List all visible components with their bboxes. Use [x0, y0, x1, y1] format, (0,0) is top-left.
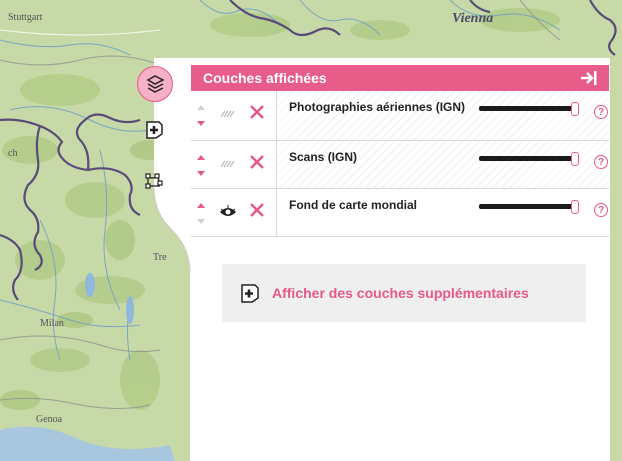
move-down-arrow-icon[interactable]	[197, 219, 205, 224]
layer-controls	[191, 141, 277, 188]
move-up-arrow-icon[interactable]	[197, 203, 205, 208]
help-icon[interactable]: ?	[594, 155, 608, 169]
layers-button[interactable]	[137, 66, 173, 102]
layer-list: Photographies aériennes (IGN) ? Scans (I…	[191, 91, 609, 237]
map-label-milan: Milan	[40, 318, 64, 329]
map-label-vienna: Vienna	[452, 11, 494, 26]
layer-name: Photographies aériennes (IGN)	[289, 100, 466, 114]
opacity-slider-handle[interactable]	[571, 200, 579, 214]
remove-layer-icon[interactable]	[249, 154, 265, 170]
add-document-button[interactable]	[137, 112, 171, 146]
map-label-ch: ch	[8, 148, 18, 159]
map-label-stuttgart: Stuttgart	[8, 12, 43, 23]
layers-icon	[146, 75, 165, 93]
panel-header: Couches affichées	[191, 65, 609, 91]
hidden-eye-icon[interactable]	[219, 157, 237, 171]
map-label-genoa: Genoa	[36, 414, 63, 425]
layer-row: Scans (IGN) ?	[191, 141, 609, 189]
opacity-slider-handle[interactable]	[571, 152, 579, 166]
remove-layer-icon[interactable]	[249, 202, 265, 218]
move-up-arrow-icon[interactable]	[197, 155, 205, 160]
opacity-slider-handle[interactable]	[571, 102, 579, 116]
layer-row: Photographies aériennes (IGN) ?	[191, 91, 609, 141]
layer-controls	[191, 189, 277, 236]
opacity-slider[interactable]	[479, 102, 583, 116]
move-down-arrow-icon[interactable]	[197, 121, 205, 126]
add-layers-label: Afficher des couches supplémentaires	[272, 285, 529, 301]
collapse-panel-icon[interactable]	[579, 69, 599, 87]
add-document-icon	[146, 121, 163, 139]
layer-controls	[191, 91, 277, 140]
add-layers-button[interactable]: Afficher des couches supplémentaires	[222, 264, 586, 322]
layer-row: Fond de carte mondial ?	[191, 189, 609, 237]
draw-tools-icon	[145, 173, 163, 189]
layer-name: Scans (IGN)	[289, 150, 358, 164]
opacity-slider[interactable]	[479, 200, 583, 214]
eye-icon[interactable]	[219, 205, 237, 219]
help-icon[interactable]: ?	[594, 105, 608, 119]
help-icon[interactable]: ?	[594, 203, 608, 217]
hidden-eye-icon[interactable]	[219, 107, 237, 121]
layer-name: Fond de carte mondial	[289, 198, 418, 212]
add-document-icon	[241, 284, 259, 303]
panel-title: Couches affichées	[203, 70, 327, 86]
remove-layer-icon[interactable]	[249, 104, 265, 120]
draw-tools-button[interactable]	[137, 164, 171, 198]
move-up-arrow-icon[interactable]	[197, 105, 205, 110]
map-edge-right	[610, 58, 622, 461]
move-down-arrow-icon[interactable]	[197, 171, 205, 176]
opacity-slider[interactable]	[479, 152, 583, 166]
